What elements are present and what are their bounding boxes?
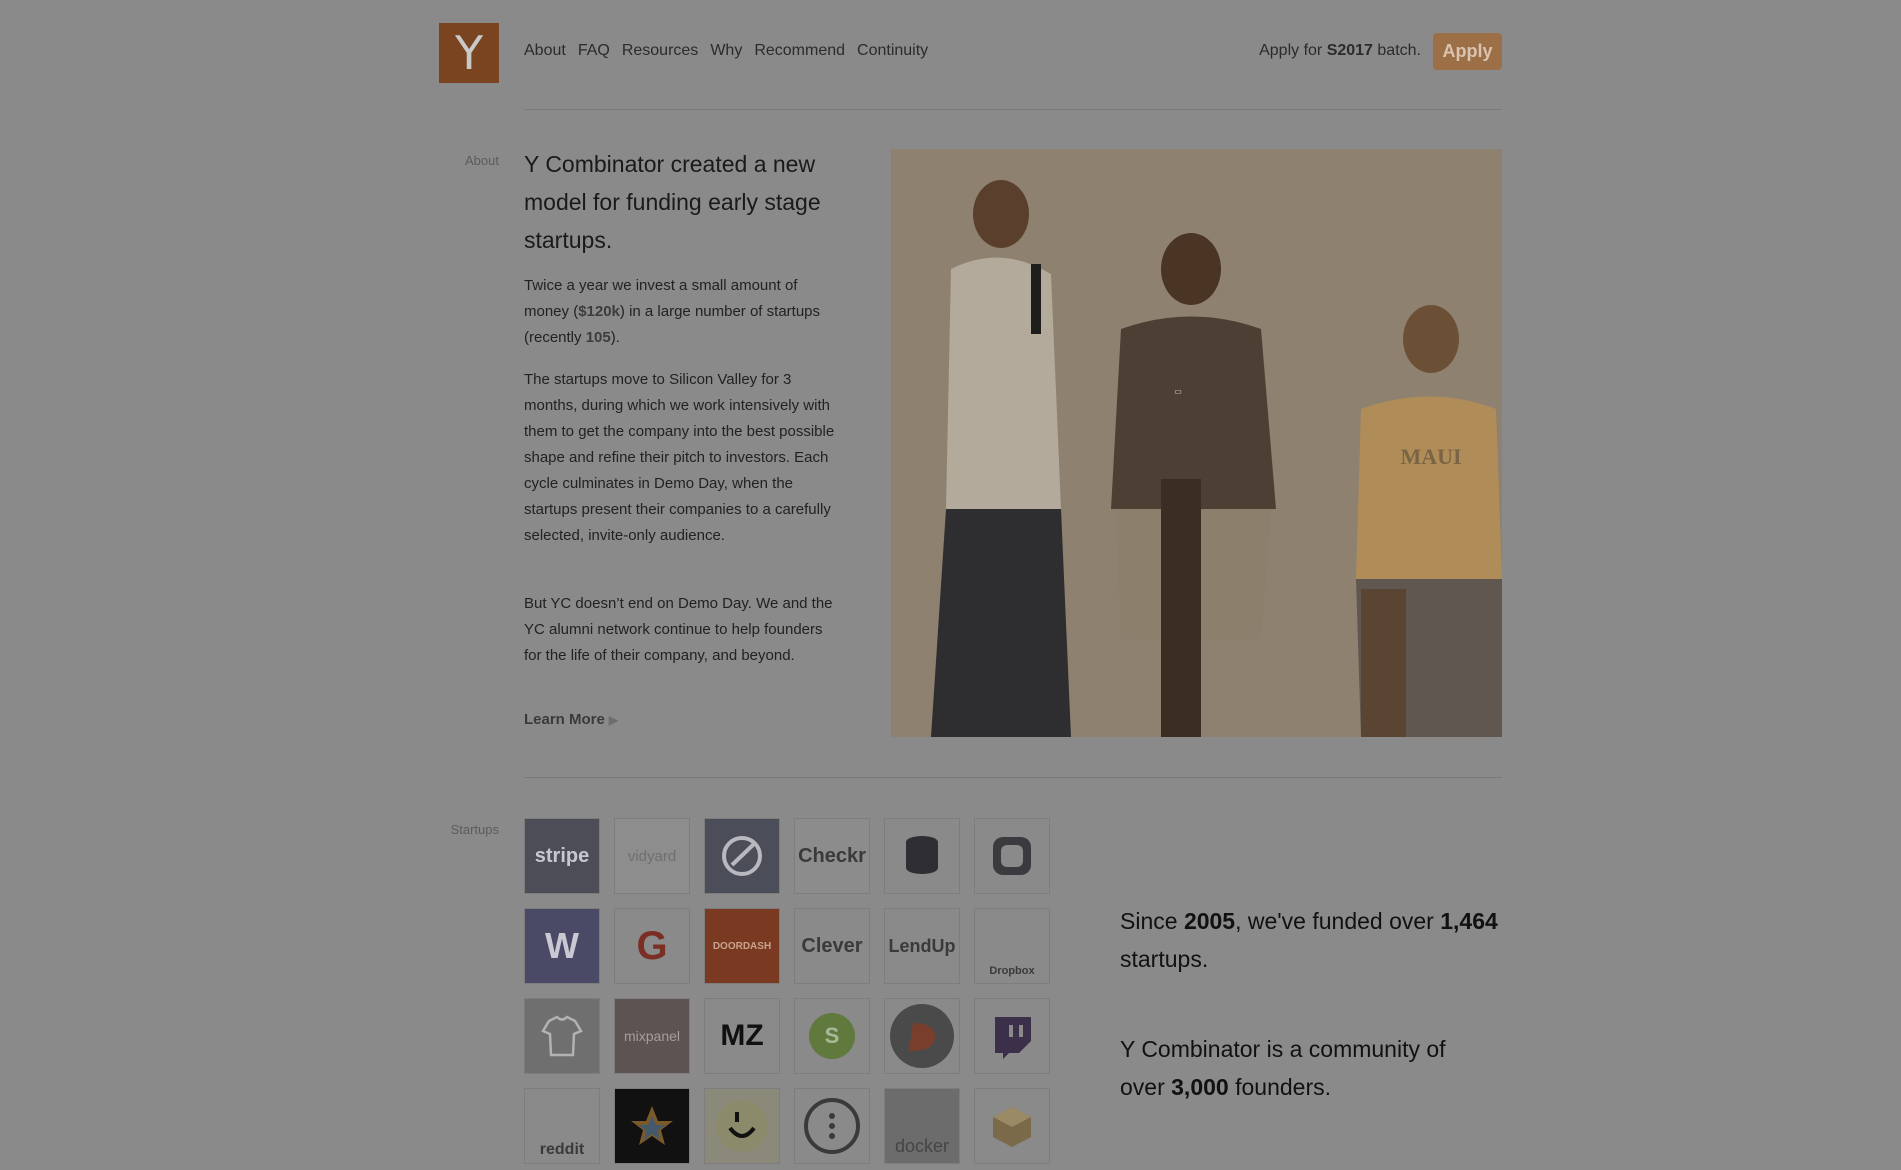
startup-logo-doordash[interactable]: DOORDASH	[704, 908, 780, 984]
startup-logo-instacart[interactable]	[614, 1088, 690, 1164]
stat2-part-b: founders.	[1235, 1074, 1331, 1100]
learn-more-link[interactable]: Learn More ▶	[524, 711, 618, 728]
s-logo-mark: S	[809, 1013, 855, 1059]
startup-logo-s[interactable]: S	[794, 998, 870, 1074]
learn-more-label: Learn More	[524, 711, 605, 728]
about-paragraph-1: Twice a year we invest a small amount of…	[524, 273, 840, 351]
nav-about[interactable]: About	[524, 42, 566, 60]
founders-photo: ▭ MAUI	[891, 149, 1502, 737]
startup-logo-vidyard[interactable]: vidyard	[614, 818, 690, 894]
d-logo-icon	[890, 1004, 954, 1068]
twitch-icon	[995, 1017, 1031, 1059]
apply-suffix: batch.	[1377, 42, 1421, 59]
star-pinwheel-icon	[631, 1106, 673, 1145]
startup-logo-machinezone[interactable]: MZ	[704, 998, 780, 1074]
yc-logo[interactable]: Y	[439, 23, 499, 83]
startup-logo-q[interactable]	[974, 818, 1050, 894]
founders-photo-art: ▭ MAUI	[891, 149, 1502, 737]
about-headline: Y Combinator created a new model for fun…	[524, 151, 821, 253]
svg-text:▭: ▭	[1174, 387, 1182, 396]
stat1-count: 1,464	[1440, 908, 1498, 934]
startup-logo-optimizely[interactable]	[704, 818, 780, 894]
about-paragraph-3: But YC doesn’t end on Demo Day. We and t…	[524, 595, 833, 664]
p1-part-c: ).	[610, 329, 620, 346]
nav-continuity[interactable]: Continuity	[857, 42, 928, 60]
smile-icon	[716, 1100, 768, 1152]
startup-logo-reddit[interactable]: reddit	[524, 1088, 600, 1164]
apply-prefix: Apply for	[1259, 42, 1323, 59]
optimizely-icon	[722, 836, 762, 876]
startup-logo-weebly[interactable]: W	[524, 908, 600, 984]
funded-stat: Since 2005, we've funded over 1,464 star…	[1120, 902, 1520, 978]
coin-stack-icon	[906, 836, 938, 874]
startup-logo-lendup[interactable]: LendUp	[884, 908, 960, 984]
startup-logo-stripe[interactable]: stripe	[524, 818, 600, 894]
about-paragraph-2: The startups move to Silicon Valley for …	[524, 371, 835, 544]
arrow-right-icon: ▶	[608, 713, 619, 727]
nav-why[interactable]: Why	[710, 42, 742, 60]
apply-button[interactable]: Apply	[1433, 33, 1502, 70]
apply-batch-text: Apply for S2017 batch.	[1259, 42, 1421, 60]
nav-resources[interactable]: Resources	[622, 42, 698, 60]
startup-logo-dropbox[interactable]: Dropbox	[974, 908, 1050, 984]
header-divider	[524, 109, 1502, 110]
p1-count: 105	[585, 329, 611, 346]
cube-icon	[993, 1107, 1031, 1147]
startup-logo-d[interactable]	[884, 998, 960, 1074]
about-section-label: About	[465, 153, 499, 168]
startup-logo-coins[interactable]	[884, 818, 960, 894]
startup-logo-checkr[interactable]: Checkr	[794, 818, 870, 894]
shirt-icon	[541, 1015, 583, 1057]
stat2-count: 3,000	[1171, 1074, 1229, 1100]
apply-batch: S2017	[1326, 42, 1373, 59]
main-nav: About FAQ Resources Why Recommend Contin…	[524, 42, 940, 60]
startup-logo-shirt[interactable]	[524, 998, 600, 1074]
dots-circle-icon	[804, 1098, 860, 1154]
startups-section-label: Startups	[450, 822, 499, 837]
stat1-year: 2005	[1183, 908, 1236, 934]
stat1-part-c: startups.	[1120, 946, 1209, 972]
community-stat: Y Combinator is a community of over 3,00…	[1120, 1030, 1480, 1106]
startup-logo-twitch[interactable]	[974, 998, 1050, 1074]
stat1-part-a: Since	[1120, 908, 1178, 934]
shirt-text: MAUI	[1400, 444, 1461, 469]
startup-logo-mixpanel[interactable]: mixpanel	[614, 998, 690, 1074]
startup-logo-box[interactable]	[974, 1088, 1050, 1164]
logo-letter: Y	[454, 26, 484, 80]
section-divider	[524, 777, 1502, 778]
startup-logo-clever[interactable]: Clever	[794, 908, 870, 984]
nav-recommend[interactable]: Recommend	[754, 42, 845, 60]
p1-amount: $120k	[578, 303, 620, 320]
startup-logo-dots[interactable]	[794, 1088, 870, 1164]
startup-logo-smile[interactable]	[704, 1088, 780, 1164]
stat1-part-b: , we've funded over	[1235, 908, 1434, 934]
startup-logo-g[interactable]: G	[614, 908, 690, 984]
q-logo-icon	[993, 837, 1031, 875]
startup-logo-docker[interactable]: docker	[884, 1088, 960, 1164]
nav-faq[interactable]: FAQ	[578, 42, 610, 60]
page: Y About FAQ Resources Why Recommend Cont…	[0, 0, 1901, 1170]
